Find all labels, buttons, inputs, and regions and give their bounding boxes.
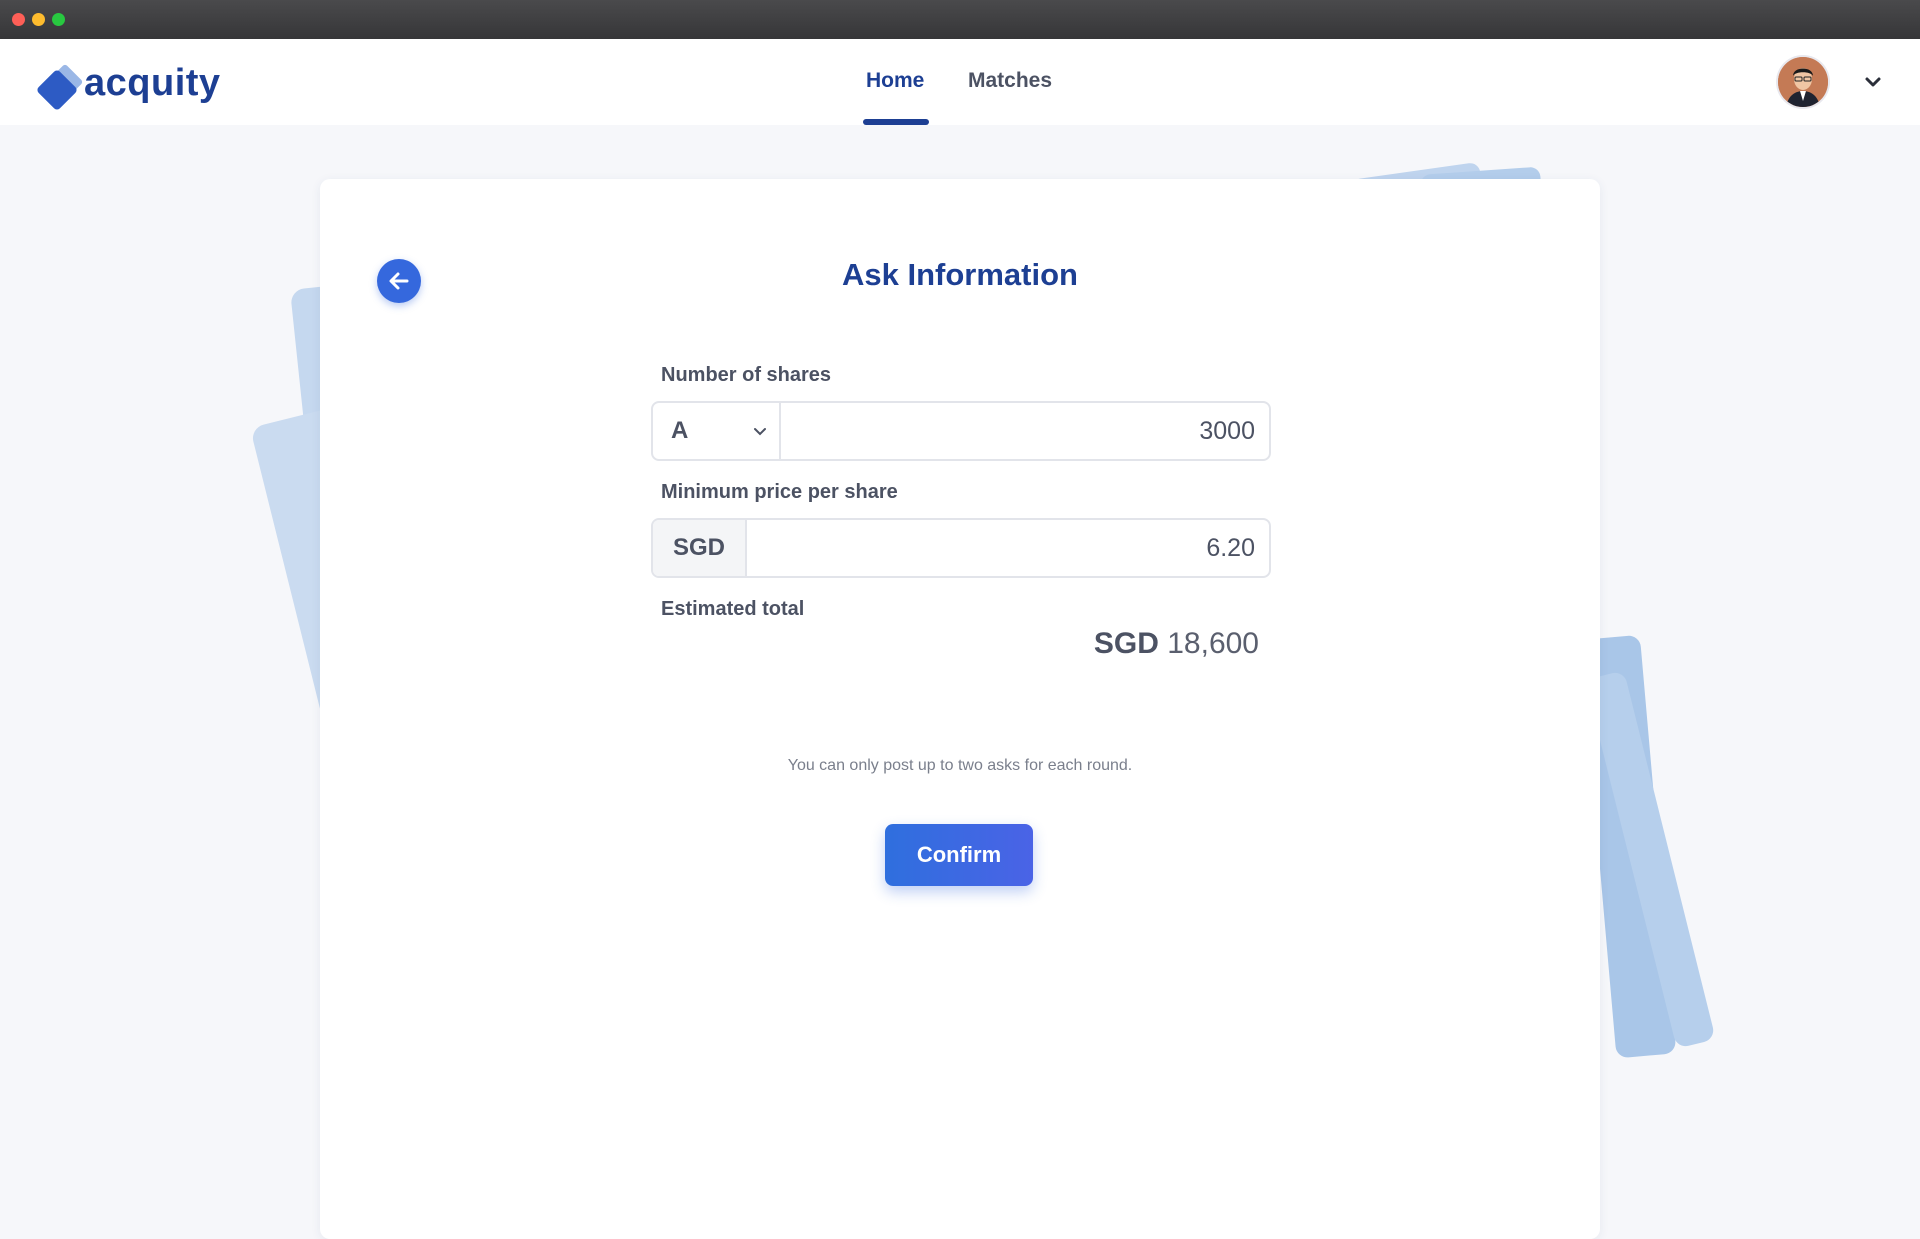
- acquity-logo[interactable]: acquity: [36, 59, 256, 111]
- currency-prefix: SGD: [653, 520, 747, 576]
- nav-tab-matches[interactable]: Matches: [968, 69, 1052, 93]
- shares-input-group: A 3000: [651, 401, 1271, 461]
- share-class-value: A: [671, 417, 689, 444]
- currency-code: SGD: [672, 534, 725, 561]
- logo-diamond-icon: [37, 64, 83, 110]
- user-avatar[interactable]: [1778, 57, 1828, 107]
- page-title: Ask Information: [842, 257, 1078, 292]
- close-window-button[interactable]: [12, 13, 25, 26]
- avatar-portrait-icon: [1778, 57, 1828, 107]
- chevron-down-icon: [754, 428, 766, 436]
- window-title-bar: [0, 0, 1920, 39]
- total-currency: SGD: [1093, 627, 1159, 660]
- shares-quantity-input[interactable]: 3000: [1199, 417, 1255, 446]
- nav-tab-home[interactable]: Home: [866, 69, 924, 93]
- price-label: Minimum price per share: [661, 481, 898, 503]
- estimated-total-value: SGD 18,600: [1094, 627, 1259, 661]
- minimize-window-button[interactable]: [32, 13, 45, 26]
- price-input[interactable]: 6.20: [1206, 534, 1255, 563]
- shares-label: Number of shares: [661, 364, 832, 386]
- ask-limit-note: You can only post up to two asks for eac…: [787, 757, 1133, 774]
- chevron-down-icon[interactable]: [1860, 69, 1886, 95]
- active-tab-indicator: [863, 119, 929, 125]
- confirm-button[interactable]: Confirm: [885, 824, 1033, 886]
- estimated-total-label: Estimated total: [661, 598, 805, 620]
- brand-name: acquity: [84, 62, 221, 104]
- top-navbar: acquity Home Matches: [0, 39, 1920, 125]
- share-class-select[interactable]: A: [653, 403, 781, 459]
- total-amount: 18,600: [1167, 627, 1259, 660]
- price-input-group: SGD 6.20: [651, 518, 1271, 578]
- ask-information-card: Ask Information Number of shares A 3000 …: [320, 179, 1600, 1239]
- maximize-window-button[interactable]: [52, 13, 65, 26]
